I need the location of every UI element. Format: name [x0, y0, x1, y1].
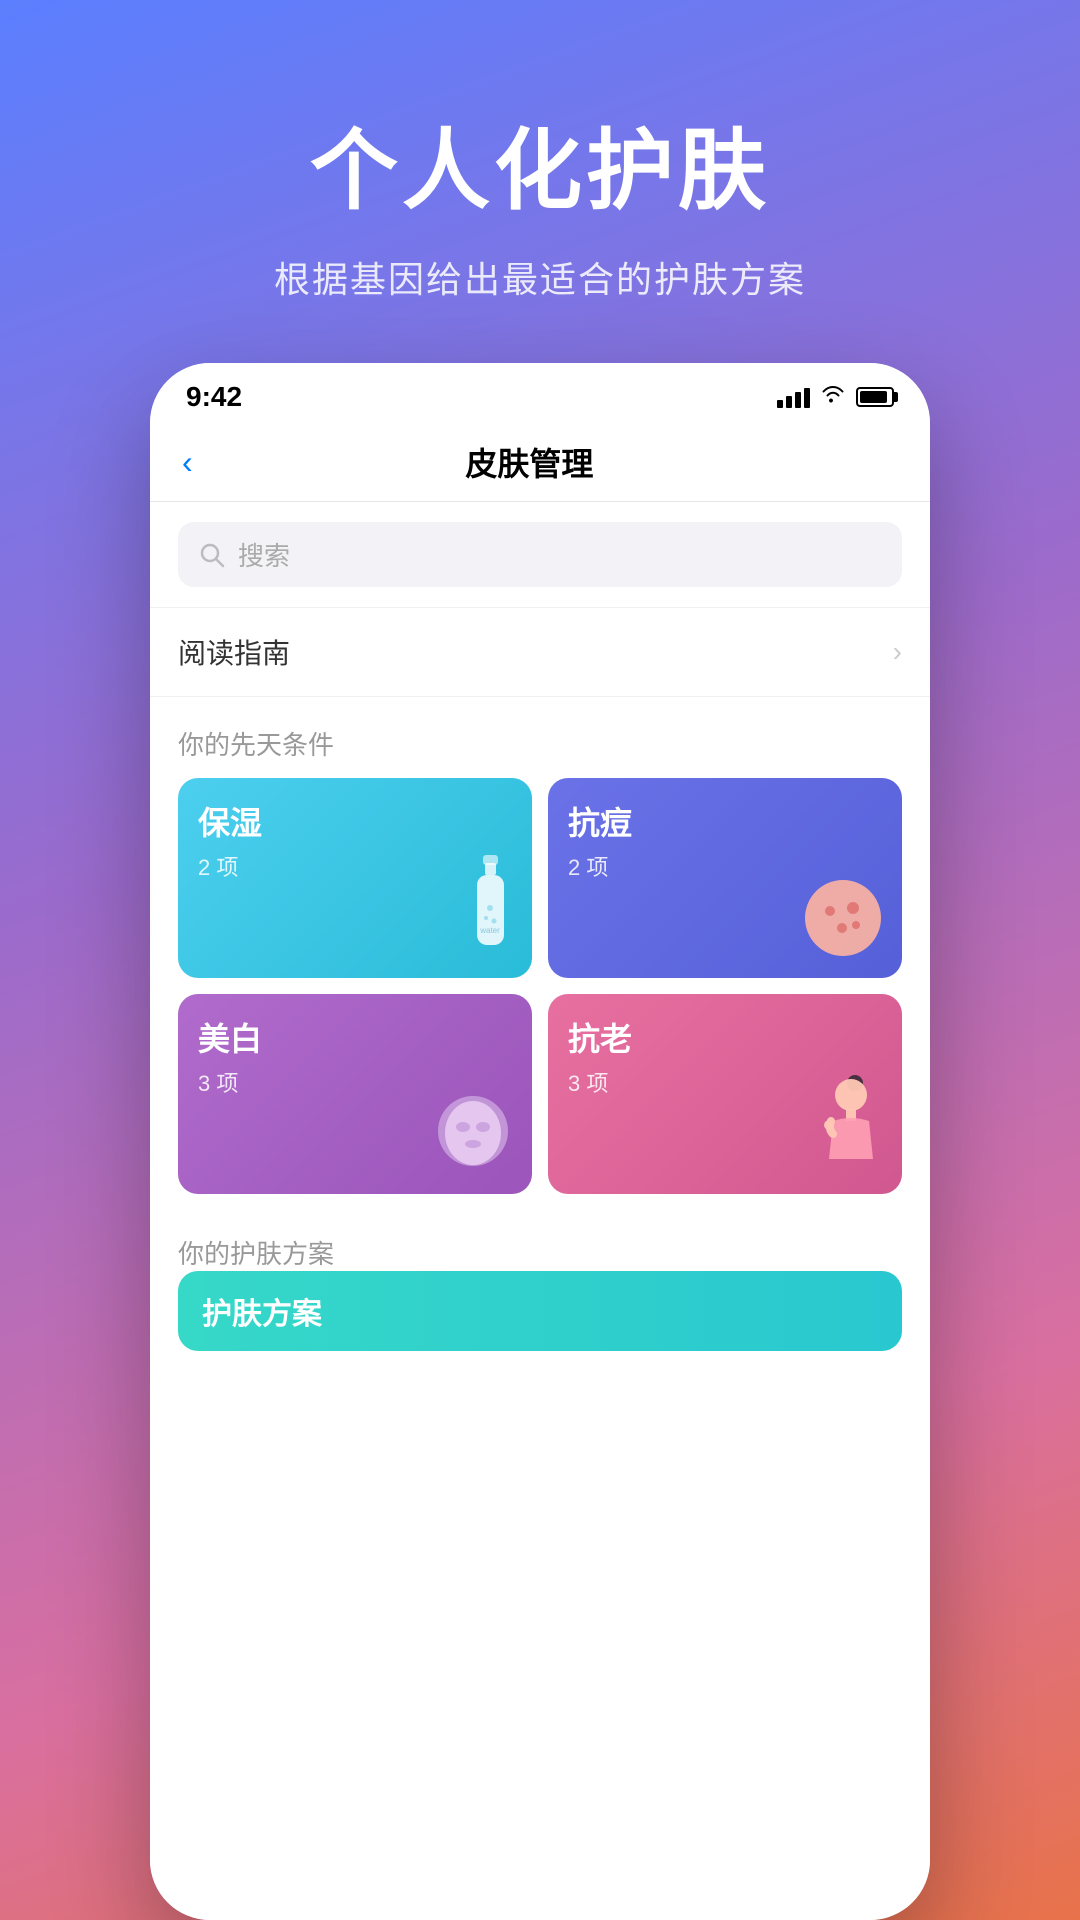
face-mask-illustration: [428, 1089, 518, 1184]
acne-face-illustration: [798, 873, 888, 968]
card-moisturize[interactable]: 保湿 2 项: [178, 778, 532, 978]
card-whitening[interactable]: 美白 3 项: [178, 994, 532, 1194]
search-placeholder: 搜索: [238, 536, 290, 573]
search-container: 搜索: [150, 502, 930, 607]
search-icon: [198, 541, 226, 569]
svg-text:water: water: [479, 926, 500, 935]
card-acne-title: 抗痘: [568, 798, 882, 844]
plan-section: 你的护肤方案 护肤方案: [150, 1214, 930, 1351]
signal-icon: [777, 386, 810, 408]
wifi-icon: [820, 384, 846, 410]
innate-section-title: 你的先天条件: [178, 730, 334, 760]
hero-section: 个人化护肤 根据基因给出最适合的护肤方案: [0, 0, 1080, 363]
card-acne[interactable]: 抗痘 2 项: [548, 778, 902, 978]
status-bar: 9:42: [150, 363, 930, 423]
card-antiaging-title: 抗老: [568, 1014, 882, 1060]
cards-grid: 保湿 2 项: [150, 778, 930, 1214]
status-time: 9:42: [186, 381, 242, 413]
chevron-right-icon: ›: [893, 636, 902, 668]
card-whitening-title: 美白: [198, 1014, 512, 1060]
innate-section: 你的先天条件: [150, 697, 930, 778]
phone-mockup: 9:42 ‹ 皮肤管理: [150, 363, 930, 1920]
back-button[interactable]: ‹: [182, 440, 205, 485]
skincare-plan-label: 护肤方案: [202, 1289, 322, 1333]
reading-guide-row[interactable]: 阅读指南 ›: [150, 607, 930, 697]
hero-subtitle: 根据基因给出最适合的护肤方案: [274, 251, 806, 303]
card-moisturize-title: 保湿: [198, 798, 512, 844]
water-bottle-illustration: water: [463, 853, 518, 968]
antiaging-person-illustration: [813, 1069, 888, 1184]
search-bar[interactable]: 搜索: [178, 522, 902, 587]
reading-guide-label: 阅读指南: [178, 632, 290, 672]
nav-bar: ‹ 皮肤管理: [150, 423, 930, 502]
content-area: 搜索 阅读指南 › 你的先天条件 保湿 2 项: [150, 502, 930, 1920]
page-title: 皮肤管理: [205, 439, 854, 485]
plan-section-title: 你的护肤方案: [178, 1239, 334, 1269]
battery-icon: [856, 387, 894, 407]
skincare-plan-card[interactable]: 护肤方案: [178, 1271, 902, 1351]
hero-title: 个人化护肤: [310, 100, 770, 227]
card-antiaging[interactable]: 抗老 3 项: [548, 994, 902, 1194]
status-icons: [777, 384, 894, 410]
